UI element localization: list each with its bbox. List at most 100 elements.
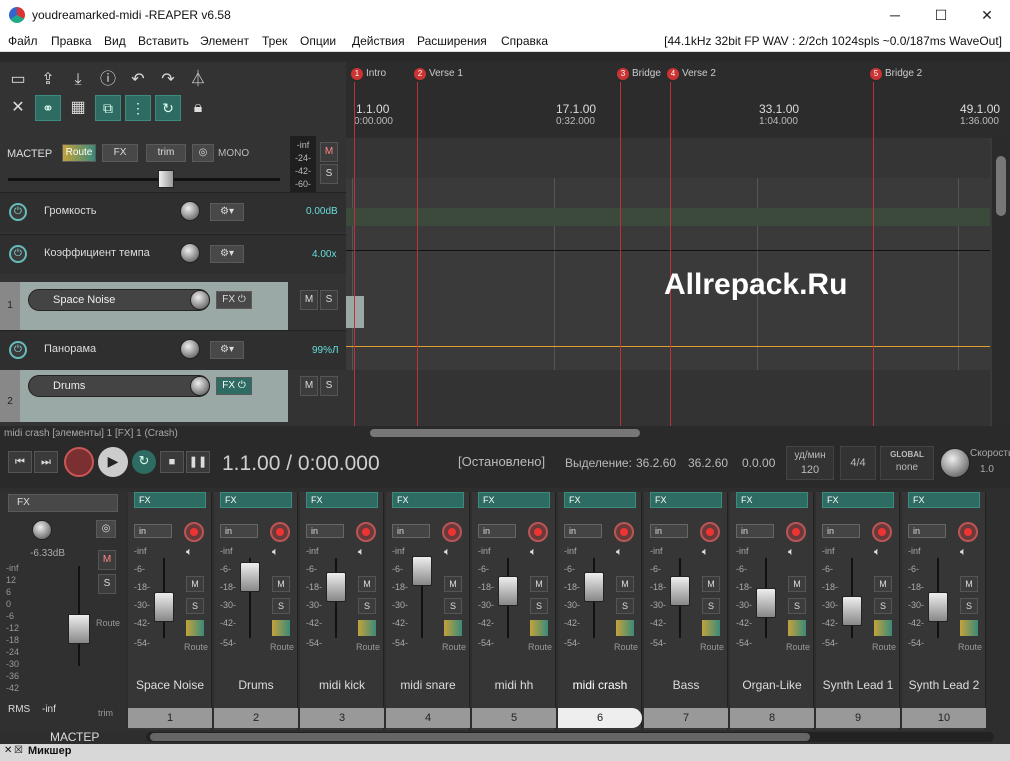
strip-input-select[interactable]: in <box>822 524 860 538</box>
track-fx-button[interactable]: FX ⏻ <box>216 291 252 309</box>
master-mute-button[interactable]: M <box>98 550 116 570</box>
strip-mute-button[interactable]: M <box>186 576 204 592</box>
loop-icon[interactable]: ↻ <box>155 95 181 121</box>
master-fx-button[interactable]: FX <box>102 144 138 162</box>
strip-fader[interactable] <box>240 562 260 592</box>
lock-icon[interactable]: 🔒︎ <box>186 96 210 120</box>
master-mono-icon[interactable]: ◎ <box>96 520 116 538</box>
master-volume-fader[interactable] <box>158 170 174 188</box>
strip-record-arm-button[interactable] <box>528 522 548 542</box>
strip-route-label[interactable]: Route <box>270 642 294 652</box>
open-project-icon[interactable]: ⇪ <box>36 68 60 92</box>
strip-route-label[interactable]: Route <box>442 642 466 652</box>
strip-fx-button[interactable]: FX <box>220 492 292 508</box>
metronome-icon[interactable]: ⏃ <box>186 68 210 92</box>
strip-record-arm-button[interactable] <box>700 522 720 542</box>
strip-solo-button[interactable]: S <box>788 598 806 614</box>
strip-mute-button[interactable]: M <box>788 576 806 592</box>
mixer-horizontal-scrollbar[interactable] <box>146 732 994 742</box>
track-fx-button[interactable]: FX ⏻ <box>216 377 252 395</box>
strip-fader[interactable] <box>412 556 432 586</box>
redo-icon[interactable]: ↷ <box>156 68 180 92</box>
master-solo-button[interactable]: S <box>98 574 116 594</box>
envelope-power-icon[interactable]: ⏻ <box>9 203 27 221</box>
mixer-strip[interactable]: FX in 🔈︎ -inf -6- -18- -30- -42- -54- M S Route midi… <box>472 492 556 730</box>
track-2[interactable]: 2 Drums FX ⏻ M S <box>0 370 338 422</box>
strip-route-icon[interactable] <box>702 620 720 636</box>
track-mute-button[interactable]: M <box>300 376 318 396</box>
timeline-ruler[interactable]: 1 Intro 2 Verse 1 3 Bridge 4 Verse 2 5 Bridge… <box>346 62 1010 138</box>
strip-route-label[interactable]: Route <box>700 642 724 652</box>
selection-end[interactable]: 36.2.60 <box>688 456 728 470</box>
strip-number[interactable]: 9 <box>816 708 900 728</box>
menu-view[interactable]: Вид <box>104 34 126 48</box>
strip-solo-button[interactable]: S <box>444 598 462 614</box>
menu-actions[interactable]: Действия <box>352 34 405 48</box>
track-volume-knob[interactable] <box>190 376 210 396</box>
strip-fx-button[interactable]: FX <box>306 492 378 508</box>
envelope-power-icon[interactable]: ⏻ <box>9 245 27 263</box>
strip-solo-button[interactable]: S <box>530 598 548 614</box>
track-1[interactable]: 1 Space Noise FX ⏻ M S <box>0 282 338 330</box>
scrollbar-thumb[interactable] <box>150 733 810 741</box>
speaker-icon[interactable]: 🔈︎ <box>960 546 967 559</box>
grid-icon[interactable]: ▦ <box>66 96 90 120</box>
strip-name[interactable]: midi kick <box>300 678 384 692</box>
strip-route-label[interactable]: Route <box>786 642 810 652</box>
strip-input-select[interactable]: in <box>564 524 602 538</box>
master-route-label[interactable]: Route <box>96 618 120 628</box>
master-pan-knob[interactable] <box>32 520 52 540</box>
menu-item[interactable]: Элемент <box>200 34 249 48</box>
strip-name[interactable]: Synth Lead 1 <box>816 678 900 692</box>
marker-1[interactable]: 1 Intro <box>351 68 386 80</box>
close-tab-icon[interactable]: ✕ <box>4 745 12 756</box>
speaker-icon[interactable]: 🔈︎ <box>358 546 365 559</box>
strip-number[interactable]: 1 <box>128 708 212 728</box>
menu-file[interactable]: Файл <box>8 34 38 48</box>
strip-name[interactable]: midi crash <box>558 678 642 692</box>
strip-fx-button[interactable]: FX <box>822 492 894 508</box>
menu-edit[interactable]: Правка <box>51 34 92 48</box>
master-mute-button[interactable]: M <box>320 142 338 162</box>
master-route-button[interactable]: Route <box>62 144 96 162</box>
strip-input-select[interactable]: in <box>650 524 688 538</box>
master-trim-label[interactable]: trim <box>98 708 113 718</box>
speaker-icon[interactable]: 🔈︎ <box>788 546 795 559</box>
strip-solo-button[interactable]: S <box>874 598 892 614</box>
mixer-strip[interactable]: FX in 🔈︎ -inf -6- -18- -30- -42- -54- M S Route Synt… <box>902 492 986 730</box>
strip-input-select[interactable]: in <box>392 524 430 538</box>
strip-input-select[interactable]: in <box>736 524 774 538</box>
strip-number[interactable]: 6 <box>558 708 642 728</box>
strip-input-select[interactable]: in <box>908 524 946 538</box>
envelope-power-icon[interactable]: ⏻ <box>9 341 27 359</box>
strip-fx-button[interactable]: FX <box>478 492 550 508</box>
strip-fader[interactable] <box>928 592 948 622</box>
strip-fx-button[interactable]: FX <box>908 492 980 508</box>
strip-route-label[interactable]: Route <box>528 642 552 652</box>
drums-lane[interactable] <box>346 370 990 426</box>
minimize-button[interactable]: ─ <box>872 0 918 30</box>
strip-route-icon[interactable] <box>530 620 548 636</box>
mixer-strip[interactable]: FX in 🔈︎ -inf -6- -18- -30- -42- -54- M S Route midi… <box>300 492 384 730</box>
strip-mute-button[interactable]: M <box>358 576 376 592</box>
strip-fx-button[interactable]: FX <box>392 492 464 508</box>
strip-fader[interactable] <box>584 572 604 602</box>
strip-record-arm-button[interactable] <box>184 522 204 542</box>
ripple-edit-icon[interactable]: ✕ <box>6 96 30 120</box>
mixer-strip[interactable]: FX in 🔈︎ -inf -6- -18- -30- -42- -54- M S Route Synt… <box>816 492 900 730</box>
strip-number[interactable]: 2 <box>214 708 298 728</box>
envelope-knob[interactable] <box>180 243 200 263</box>
marker-2[interactable]: 2 Verse 1 <box>414 68 463 80</box>
marker-4[interactable]: 4 Verse 2 <box>667 68 716 80</box>
strip-fx-button[interactable]: FX <box>134 492 206 508</box>
strip-fx-button[interactable]: FX <box>564 492 636 508</box>
stop-button[interactable]: ■ <box>160 451 184 473</box>
strip-route-icon[interactable] <box>272 620 290 636</box>
speaker-icon[interactable]: 🔈︎ <box>186 546 193 559</box>
master-solo-button[interactable]: S <box>320 164 338 184</box>
strip-fader[interactable] <box>154 592 174 622</box>
save-project-icon[interactable]: ⤓ <box>66 68 90 92</box>
strip-name[interactable]: Space Noise <box>128 678 212 692</box>
strip-record-arm-button[interactable] <box>872 522 892 542</box>
strip-number[interactable]: 8 <box>730 708 814 728</box>
